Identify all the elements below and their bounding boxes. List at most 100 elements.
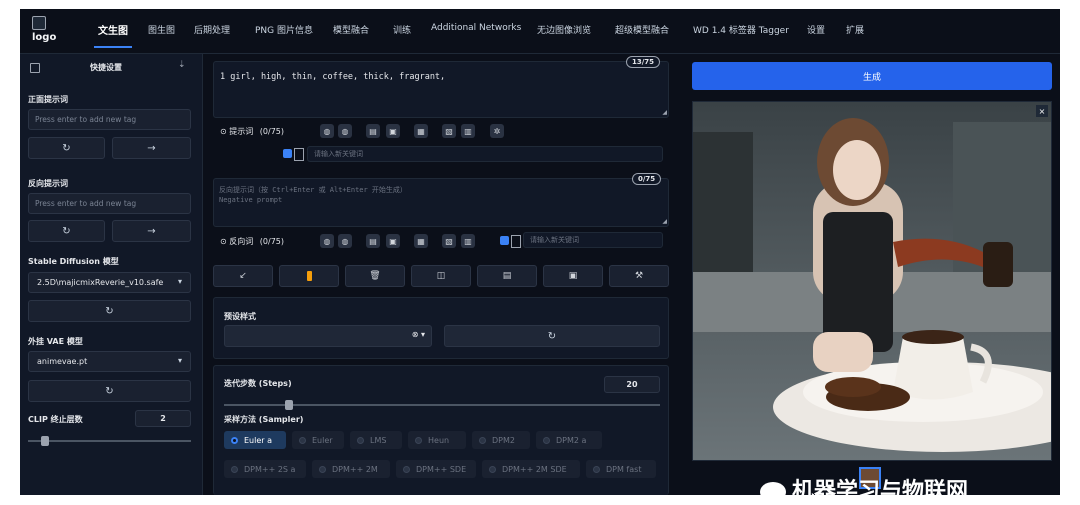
wrench-icon: ⚒	[634, 271, 644, 281]
sampler-option-label: Heun	[428, 435, 450, 445]
keyword-checkbox[interactable]	[283, 149, 292, 158]
clipboard-button[interactable]: ▤	[477, 265, 537, 287]
extra-networks-button[interactable]	[279, 265, 339, 287]
tab-tagger[interactable]: WD 1.4 标签器 Tagger	[693, 23, 789, 36]
logo-text: logo	[32, 32, 57, 43]
radio-icon	[357, 436, 364, 444]
negative-refresh-button[interactable]: ↻	[28, 220, 105, 242]
negative-placeholder-line2: Negative prompt	[219, 196, 283, 204]
tab-png-info[interactable]: PNG 图片信息	[255, 23, 313, 36]
tab-additional-networks[interactable]: Additional Networks	[431, 23, 521, 33]
sampler-option-label: DPM2	[492, 435, 515, 445]
clear-prompt-button[interactable]: 🗑︎	[345, 265, 405, 287]
steps-label: 迭代步数 (Steps)	[224, 379, 292, 388]
prompt-new-keyword-input[interactable]: 请输入新关键词	[307, 146, 663, 162]
history-icon[interactable]: ▦	[414, 124, 428, 138]
radio-icon	[489, 465, 496, 473]
apply-style-button[interactable]: ◫	[411, 265, 471, 287]
negative-tag-input[interactable]: Press enter to add new tag	[28, 193, 191, 214]
copy-icon[interactable]: ▤	[366, 124, 380, 138]
sampler-option[interactable]: Euler	[292, 431, 344, 449]
paste-icon[interactable]: ▣	[386, 124, 400, 138]
positive-tag-input[interactable]: Press enter to add new tag	[28, 109, 191, 130]
resize-handle-icon[interactable]: ◢	[662, 218, 667, 225]
clipboard-icon[interactable]: ▧	[442, 234, 456, 248]
keyword-checkbox[interactable]	[500, 236, 509, 245]
tab-supermerger[interactable]: 超级模型融合	[615, 23, 669, 36]
save-style-button[interactable]: ▣	[543, 265, 603, 287]
sampler-option[interactable]: DPM++ 2S a	[224, 460, 306, 478]
copy-icon[interactable]: ▤	[366, 234, 380, 248]
watermark-text: 机器学习与物联网	[760, 473, 968, 505]
translate-icon[interactable]: ◍	[320, 234, 334, 248]
sampler-option[interactable]: LMS	[350, 431, 402, 449]
sampler-option[interactable]: DPM++ SDE	[396, 460, 476, 478]
tab-extensions[interactable]: 扩展	[846, 23, 864, 36]
styles-dropdown[interactable]: ⊗ ▾	[224, 325, 432, 347]
tools-button[interactable]: ⚒	[609, 265, 669, 287]
radio-icon	[403, 465, 410, 473]
prompt-textarea[interactable]: 1 girl, high, thin, coffee, thick, fragr…	[213, 61, 669, 118]
sampler-option[interactable]: DPM++ 2M SDE	[482, 460, 580, 478]
prompt-tag-toggle[interactable]: ⊙ 提示词 (0/75)	[220, 126, 284, 137]
styles-refresh-button[interactable]: ↻	[444, 325, 660, 347]
vae-refresh-button[interactable]: ↻	[28, 380, 191, 402]
clip-skip-slider[interactable]	[28, 436, 191, 446]
slider-thumb[interactable]	[41, 436, 50, 446]
negative-tag-toggle[interactable]: ⊙ 反向词 (0/75)	[220, 236, 284, 247]
sampler-option[interactable]: DPM fast	[586, 460, 656, 478]
sd-model-refresh-button[interactable]: ↻	[28, 300, 191, 322]
generate-button[interactable]: 生成	[692, 62, 1052, 90]
sd-model-dropdown[interactable]: 2.5D\majicmixReverie_v10.safe ▾	[28, 272, 191, 293]
collapse-icon[interactable]	[30, 63, 40, 73]
tab-txt2img[interactable]: 文生图	[94, 22, 132, 48]
slider-thumb[interactable]	[285, 400, 294, 410]
sampler-option[interactable]: DPM++ 2M	[312, 460, 390, 478]
globe-icon[interactable]: ◍	[338, 124, 352, 138]
radio-icon	[299, 436, 306, 444]
positive-send-button[interactable]: →	[112, 137, 191, 159]
negative-tag-label: 反向词	[229, 237, 254, 246]
resize-handle-icon[interactable]: ◢	[662, 109, 667, 116]
steps-input[interactable]: 20	[604, 376, 660, 393]
positive-refresh-button[interactable]: ↻	[28, 137, 105, 159]
translate-icon[interactable]: ◍	[320, 124, 334, 138]
sampler-label: 采样方法 (Sampler)	[224, 415, 304, 424]
bookmark-icon	[306, 271, 312, 281]
trash-icon[interactable]: ▥	[461, 124, 475, 138]
pin-icon[interactable]: ⇣	[178, 60, 186, 70]
clipboard-icon[interactable]: ▧	[442, 124, 456, 138]
logo: logo	[32, 16, 62, 48]
clear-chevron-icon[interactable]: ⊗ ▾	[412, 330, 425, 339]
read-params-button[interactable]: ↙	[213, 265, 273, 287]
keyword-box-icon	[511, 235, 521, 248]
tab-extras[interactable]: 后期处理	[194, 23, 230, 36]
chevron-circle-icon: ⊙	[220, 127, 227, 136]
radio-icon	[231, 436, 238, 444]
tab-checkpoint-merger[interactable]: 模型融合	[333, 23, 369, 36]
tab-image-browser[interactable]: 无边图像浏览	[537, 23, 591, 36]
clip-skip-input[interactable]: 2	[135, 410, 191, 427]
paste-icon[interactable]: ▣	[386, 234, 400, 248]
negative-new-keyword-input[interactable]: 请输入新关键词	[523, 232, 663, 248]
vae-dropdown[interactable]: animevae.pt ▾	[28, 351, 191, 372]
sampler-option-label: LMS	[370, 435, 387, 445]
sampler-option[interactable]: Euler a	[224, 431, 286, 449]
watermark-label: 机器学习与物联网	[792, 479, 969, 504]
globe-icon[interactable]: ◍	[338, 234, 352, 248]
negative-prompt-textarea[interactable]: 反向提示词（按 Ctrl+Enter 或 Alt+Enter 开始生成） Neg…	[213, 178, 669, 227]
steps-slider[interactable]	[224, 400, 660, 410]
tab-settings[interactable]: 设置	[807, 23, 825, 36]
history-icon[interactable]: ▦	[414, 234, 428, 248]
sampler-option[interactable]: DPM2	[472, 431, 530, 449]
trash-icon[interactable]: ▥	[461, 234, 475, 248]
close-icon[interactable]: ×	[1036, 105, 1048, 117]
quick-settings-sidebar: 快捷设置 ⇣ 正面提示词 Press enter to add new tag …	[20, 54, 203, 495]
sampler-option-label: DPM++ SDE	[416, 464, 467, 474]
sampler-option[interactable]: Heun	[408, 431, 466, 449]
tab-train[interactable]: 训练	[393, 23, 411, 36]
negative-send-button[interactable]: →	[112, 220, 191, 242]
tab-img2img[interactable]: 图生图	[148, 23, 175, 36]
sampler-option[interactable]: DPM2 a	[536, 431, 602, 449]
gear-icon[interactable]: ✲	[490, 124, 504, 138]
